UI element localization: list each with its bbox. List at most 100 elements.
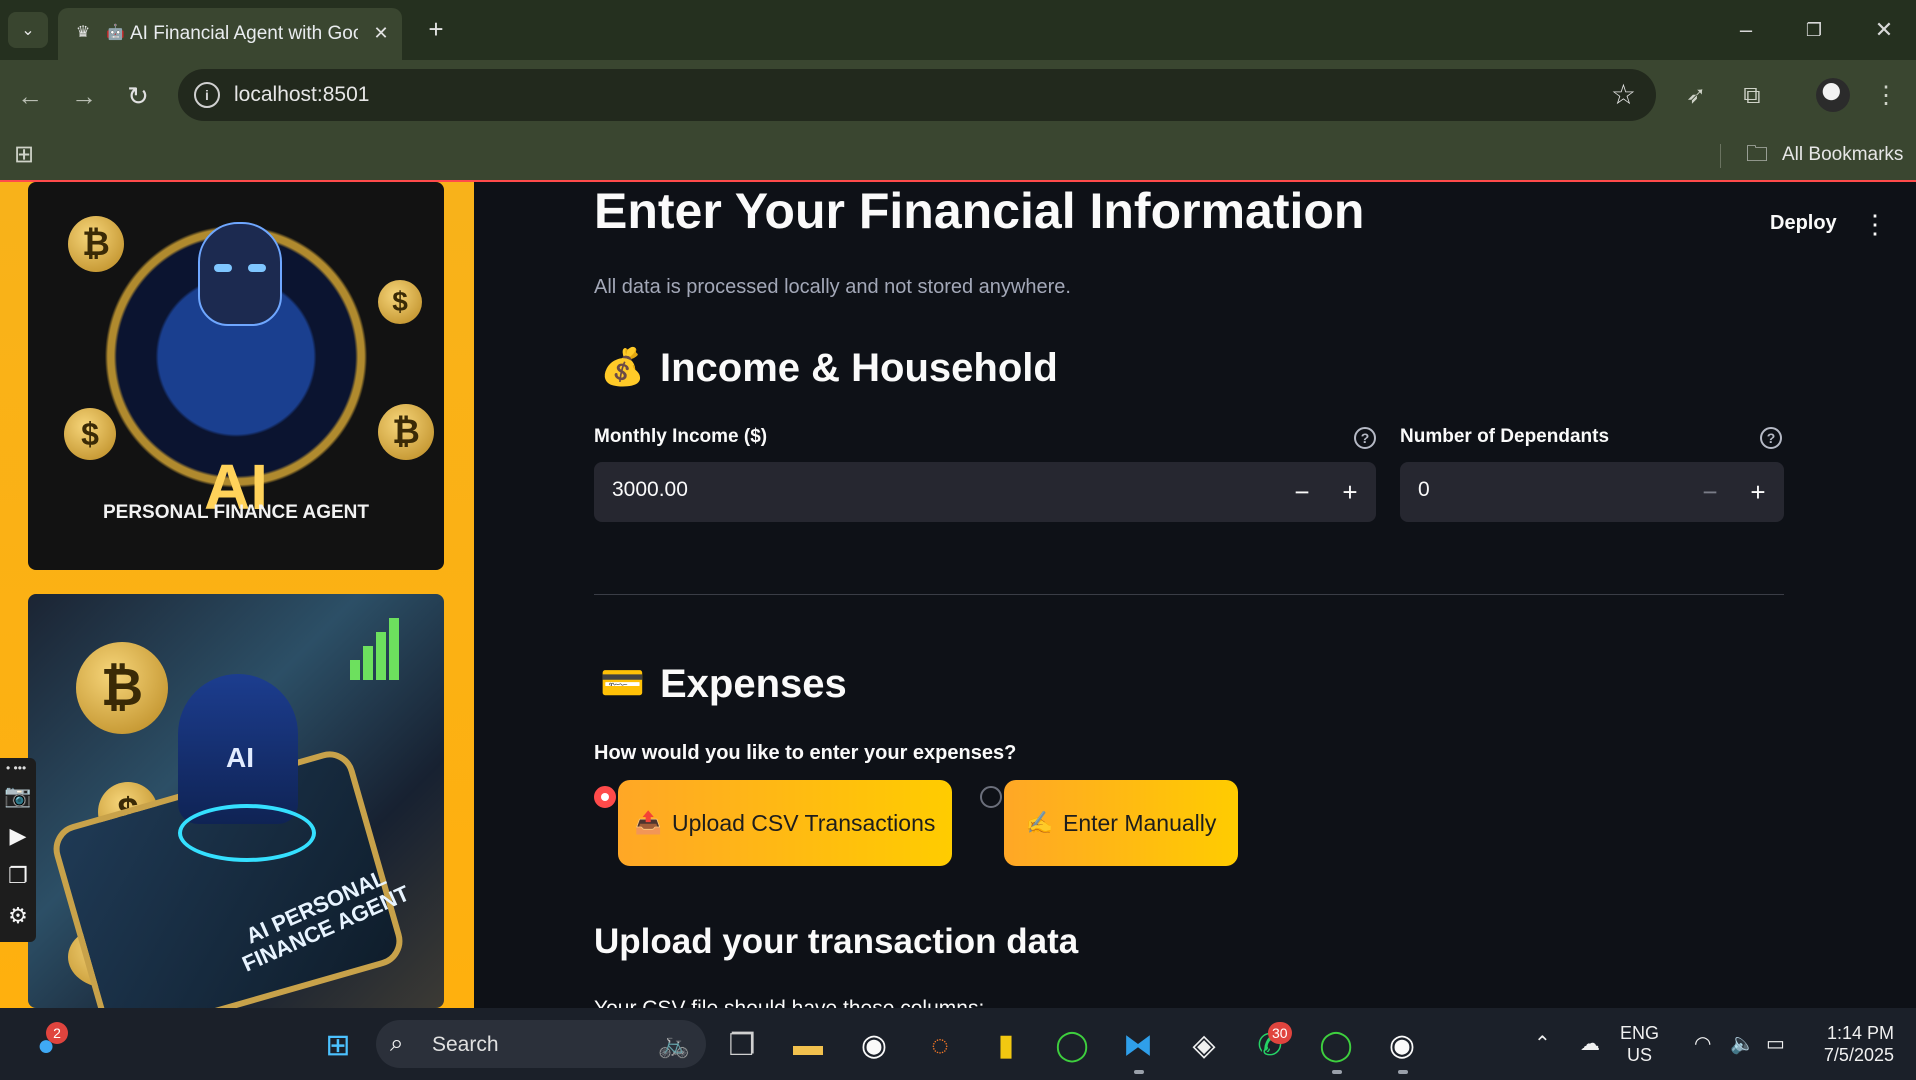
extensions-puzzle-icon[interactable]: ⧉ <box>1734 78 1770 114</box>
chrome-icon[interactable]: ◉ <box>854 1026 894 1066</box>
jupyter-icon[interactable]: ◌ <box>920 1026 960 1066</box>
dependants-input[interactable]: 0 − + <box>1400 462 1784 522</box>
chrome-profile-icon[interactable]: ◉ <box>1382 1026 1422 1066</box>
privacy-caption: All data is processed locally and not st… <box>594 276 1071 298</box>
credit-card-icon: 💳 <box>600 662 645 703</box>
ai-finance-agent-image-1: ₿ $ $ ₿ AI PERSONAL FINANCE AGENT <box>28 182 444 570</box>
bookmark-star-icon[interactable]: ☆ <box>1611 79 1636 111</box>
deploy-button[interactable]: Deploy <box>1770 212 1837 235</box>
box-app-icon[interactable]: ◈ <box>1184 1026 1224 1066</box>
upload-heading: Upload your transaction data <box>594 922 1079 961</box>
section-divider <box>594 594 1784 595</box>
monthly-income-value[interactable]: 3000.00 <box>612 478 688 502</box>
dependants-value[interactable]: 0 <box>1418 478 1430 502</box>
file-explorer-icon[interactable]: ▬ <box>788 1026 828 1066</box>
windows-icon[interactable]: ❐ <box>4 862 32 890</box>
growth-bars-graphic <box>350 618 402 680</box>
vscode-icon[interactable]: ⧓ <box>1118 1026 1158 1066</box>
money-bag-icon: 💰 <box>600 346 645 387</box>
running-indicator <box>1134 1070 1144 1074</box>
all-bookmarks-link[interactable]: All Bookmarks <box>1782 142 1903 168</box>
expense-entry-question: How would you like to enter your expense… <box>594 742 1017 764</box>
site-info-icon[interactable]: i <box>194 82 220 108</box>
decrement-button[interactable]: − <box>1284 474 1320 510</box>
upload-hint-text: Your CSV file should have these columns: <box>594 994 984 1008</box>
minimize-icon[interactable]: – <box>1726 14 1766 46</box>
clock-date: 7/5/2025 <box>1823 1045 1894 1065</box>
help-icon[interactable]: ? <box>1760 427 1782 449</box>
expenses-section-heading: Expenses <box>660 662 847 706</box>
bitcoin-coin-icon: ₿ <box>68 216 124 272</box>
income-section-heading: Income & Household <box>660 346 1058 390</box>
drag-handle-icon[interactable]: • ••• <box>6 762 26 774</box>
monthly-income-input[interactable]: 3000.00 − + <box>594 462 1376 522</box>
image-subtitle-text: PERSONAL FINANCE AGENT <box>102 502 370 523</box>
spinner-app-icon[interactable]: ◯ <box>1052 1026 1092 1066</box>
upload-csv-label: Upload CSV Transactions <box>672 809 936 836</box>
bicycle-icon: 🚲 <box>657 1029 690 1059</box>
apps-grid-icon[interactable]: ⊞ <box>14 142 34 168</box>
back-arrow-icon[interactable]: ← <box>12 78 48 114</box>
wifi-icon[interactable]: ◠ <box>1694 1030 1711 1058</box>
extension-compass-icon[interactable]: ➶ <box>1678 78 1714 114</box>
windows-start-icon[interactable]: ⊞ <box>318 1026 358 1066</box>
reload-icon[interactable]: ↻ <box>120 78 156 114</box>
browser-toolbar: ← → ↻ i localhost:8501 ☆ ➶ ⧉ ⋮ <box>0 60 1916 130</box>
forward-arrow-icon[interactable]: → <box>66 78 102 114</box>
upload-csv-option[interactable]: 📤 Upload CSV Transactions <box>618 780 952 866</box>
task-view-icon[interactable]: ❐ <box>722 1026 762 1066</box>
volume-icon[interactable]: 🔈 <box>1730 1030 1755 1058</box>
language-code: ENG <box>1620 1023 1660 1043</box>
tab-close-icon[interactable]: ✕ <box>370 22 392 44</box>
monthly-income-label: Monthly Income ($) <box>594 426 768 447</box>
battery-icon[interactable]: ▭ <box>1766 1030 1785 1058</box>
url-text[interactable]: localhost:8501 <box>234 82 369 108</box>
new-tab-button[interactable]: + <box>422 16 450 44</box>
upload-csv-radio[interactable] <box>594 786 616 808</box>
bookmarks-separator <box>1720 144 1721 168</box>
settings-gear-icon[interactable]: ⚙ <box>4 902 32 930</box>
address-bar[interactable]: i localhost:8501 ☆ <box>178 69 1656 121</box>
increment-button[interactable]: + <box>1332 474 1368 510</box>
folder-icon: 🗀 <box>1746 141 1769 166</box>
bitcoin-coin-icon: ₿ <box>76 642 168 734</box>
ai-finance-agent-image-2: ₿ $ $ AI AI PERSONAL FINANCE AGENT <box>28 594 444 1008</box>
page-title: Enter Your Financial Information <box>594 183 1365 239</box>
enter-manually-radio[interactable] <box>980 786 1002 808</box>
clock-time: 1:14 PM <box>1826 1023 1894 1043</box>
writing-hand-icon: ✍️ <box>1025 810 1053 835</box>
video-camera-icon[interactable]: ▶ <box>4 822 32 850</box>
main-menu-kebab-icon[interactable]: ⋮ <box>1862 210 1888 238</box>
browser-tab-bar: ⌄ ♛ 🤖 AI Financial Agent with Goog ✕ + –… <box>0 0 1916 60</box>
taskbar-search[interactable]: ⌕ Search 🚲 <box>376 1020 706 1068</box>
profile-avatar[interactable] <box>1816 78 1850 112</box>
onedrive-icon[interactable]: ☁ <box>1580 1030 1600 1058</box>
enter-manually-label: Enter Manually <box>1062 809 1217 836</box>
restore-icon[interactable]: ❐ <box>1794 14 1834 46</box>
browser-menu-icon[interactable]: ⋮ <box>1868 78 1904 114</box>
power-bi-icon[interactable]: ▮ <box>986 1026 1026 1066</box>
system-clock[interactable]: 1:14 PM 7/5/2025 <box>1808 1022 1894 1066</box>
region-code: US <box>1627 1045 1653 1065</box>
help-icon[interactable]: ? <box>1354 427 1376 449</box>
dependants-label: Number of Dependants <box>1400 426 1610 447</box>
increment-button[interactable]: + <box>1740 474 1776 510</box>
search-placeholder: Search <box>432 1033 499 1056</box>
camera-icon[interactable]: 📷 <box>4 782 32 810</box>
search-icon: ⌕ <box>390 1030 404 1057</box>
running-indicator <box>1332 1070 1342 1074</box>
tab-search-chevron-icon[interactable]: ⌄ <box>8 12 48 48</box>
hologram-ring-graphic <box>178 804 316 862</box>
capture-toolstrip: • ••• 📷 ▶ ❐ ⚙ <box>0 758 36 942</box>
spinner-app-icon[interactable]: ◯ <box>1316 1026 1356 1066</box>
enter-manually-option[interactable]: ✍️ Enter Manually <box>1004 780 1238 866</box>
language-indicator[interactable]: ENG US <box>1620 1022 1659 1066</box>
decrement-button[interactable]: − <box>1692 474 1728 510</box>
tray-chevron-icon[interactable]: ⌃ <box>1534 1030 1551 1058</box>
tab-title: AI Financial Agent with Goog <box>130 23 358 44</box>
outbox-tray-icon: 📤 <box>634 810 663 835</box>
window-close-icon[interactable]: ✕ <box>1864 14 1904 46</box>
running-indicator <box>1398 1070 1408 1074</box>
robot-head-graphic <box>198 222 282 326</box>
browser-tab[interactable]: ♛ 🤖 AI Financial Agent with Goog ✕ <box>58 8 402 60</box>
